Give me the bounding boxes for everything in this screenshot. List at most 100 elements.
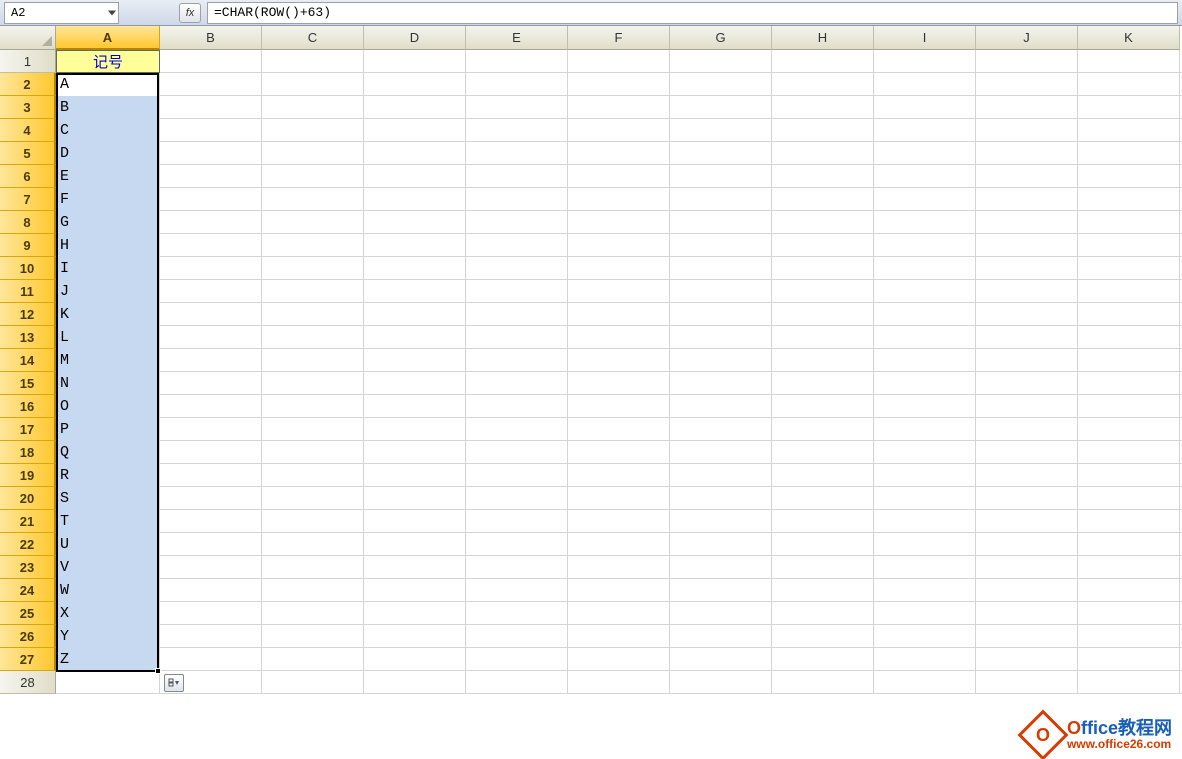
cell-H2[interactable] [772,73,874,96]
cell-C25[interactable] [262,602,364,625]
cell-C9[interactable] [262,234,364,257]
column-header-C[interactable]: C [262,26,364,50]
cell-F25[interactable] [568,602,670,625]
cell-A24[interactable]: W [56,579,160,602]
cell-D19[interactable] [364,464,466,487]
cells-area[interactable]: 记号ABCDEFGHIJKLMNOPQRSTUVWXYZ [56,50,1182,759]
cell-K8[interactable] [1078,211,1180,234]
cell-H17[interactable] [772,418,874,441]
cell-K12[interactable] [1078,303,1180,326]
cell-G8[interactable] [670,211,772,234]
cell-I2[interactable] [874,73,976,96]
cell-K24[interactable] [1078,579,1180,602]
cell-K23[interactable] [1078,556,1180,579]
cell-C20[interactable] [262,487,364,510]
cell-C11[interactable] [262,280,364,303]
cell-H18[interactable] [772,441,874,464]
cell-A25[interactable]: X [56,602,160,625]
cell-F18[interactable] [568,441,670,464]
cell-C6[interactable] [262,165,364,188]
cell-B4[interactable] [160,119,262,142]
cell-E21[interactable] [466,510,568,533]
cell-B10[interactable] [160,257,262,280]
column-header-J[interactable]: J [976,26,1078,50]
cell-C8[interactable] [262,211,364,234]
cell-G12[interactable] [670,303,772,326]
cell-K18[interactable] [1078,441,1180,464]
cell-J22[interactable] [976,533,1078,556]
cell-A16[interactable]: O [56,395,160,418]
row-header-12[interactable]: 12 [0,303,56,326]
cell-G23[interactable] [670,556,772,579]
cell-A14[interactable]: M [56,349,160,372]
cell-I9[interactable] [874,234,976,257]
cell-C7[interactable] [262,188,364,211]
cell-G13[interactable] [670,326,772,349]
cell-G21[interactable] [670,510,772,533]
cell-G20[interactable] [670,487,772,510]
cell-J8[interactable] [976,211,1078,234]
row-header-14[interactable]: 14 [0,349,56,372]
cell-D20[interactable] [364,487,466,510]
cell-B1[interactable] [160,50,262,73]
cell-I20[interactable] [874,487,976,510]
cell-I27[interactable] [874,648,976,671]
cell-H8[interactable] [772,211,874,234]
cell-H23[interactable] [772,556,874,579]
cell-H7[interactable] [772,188,874,211]
cell-H27[interactable] [772,648,874,671]
cell-D27[interactable] [364,648,466,671]
cell-J12[interactable] [976,303,1078,326]
cell-A6[interactable]: E [56,165,160,188]
cell-F21[interactable] [568,510,670,533]
cell-E12[interactable] [466,303,568,326]
cell-J3[interactable] [976,96,1078,119]
cell-C17[interactable] [262,418,364,441]
cell-J25[interactable] [976,602,1078,625]
row-header-10[interactable]: 10 [0,257,56,280]
cell-D4[interactable] [364,119,466,142]
row-header-6[interactable]: 6 [0,165,56,188]
column-header-K[interactable]: K [1078,26,1180,50]
row-header-17[interactable]: 17 [0,418,56,441]
cell-G1[interactable] [670,50,772,73]
cell-E13[interactable] [466,326,568,349]
cell-G14[interactable] [670,349,772,372]
cell-G24[interactable] [670,579,772,602]
cell-H5[interactable] [772,142,874,165]
cell-H9[interactable] [772,234,874,257]
cell-C28[interactable] [262,671,364,694]
cell-C19[interactable] [262,464,364,487]
cell-K3[interactable] [1078,96,1180,119]
row-header-25[interactable]: 25 [0,602,56,625]
column-header-D[interactable]: D [364,26,466,50]
cell-K2[interactable] [1078,73,1180,96]
cell-D5[interactable] [364,142,466,165]
cell-C22[interactable] [262,533,364,556]
cell-A23[interactable]: V [56,556,160,579]
cell-J13[interactable] [976,326,1078,349]
cell-H10[interactable] [772,257,874,280]
cell-A11[interactable]: J [56,280,160,303]
cell-F2[interactable] [568,73,670,96]
cell-J4[interactable] [976,119,1078,142]
cell-K10[interactable] [1078,257,1180,280]
cell-D14[interactable] [364,349,466,372]
dropdown-icon[interactable] [108,10,116,15]
formula-input[interactable]: =CHAR(ROW()+63) [207,2,1178,24]
cell-F20[interactable] [568,487,670,510]
row-header-26[interactable]: 26 [0,625,56,648]
cell-C21[interactable] [262,510,364,533]
column-header-G[interactable]: G [670,26,772,50]
cell-A26[interactable]: Y [56,625,160,648]
cell-D23[interactable] [364,556,466,579]
cell-F22[interactable] [568,533,670,556]
cell-J20[interactable] [976,487,1078,510]
cell-E8[interactable] [466,211,568,234]
cell-J6[interactable] [976,165,1078,188]
cell-D1[interactable] [364,50,466,73]
cell-J17[interactable] [976,418,1078,441]
cell-E6[interactable] [466,165,568,188]
row-header-16[interactable]: 16 [0,395,56,418]
row-header-13[interactable]: 13 [0,326,56,349]
